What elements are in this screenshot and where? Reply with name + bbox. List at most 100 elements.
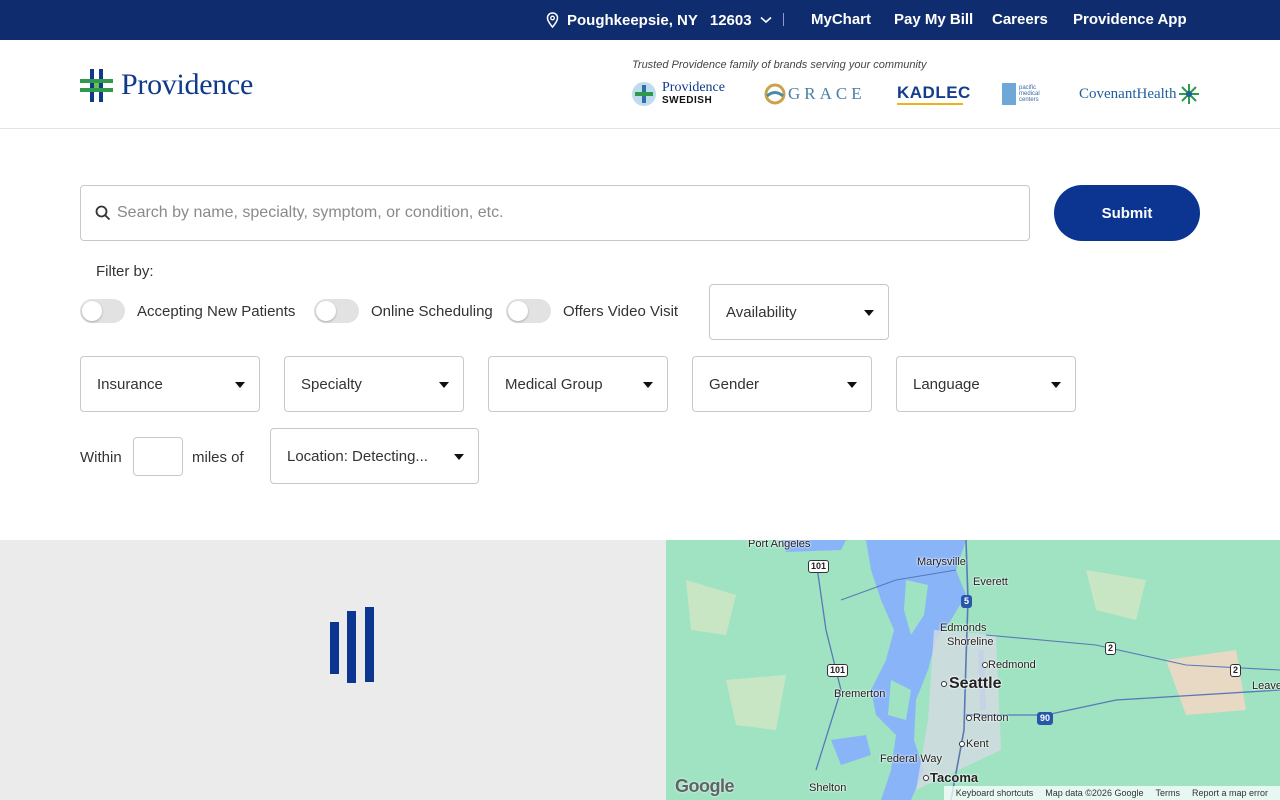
logo-text: Providence: [121, 68, 253, 101]
swedish-brand-line1: Providence: [662, 80, 725, 95]
covenant-text: CovenantHealth: [1079, 85, 1177, 102]
swedish-emblem-icon: [632, 82, 656, 106]
toggle-knob: [508, 301, 528, 321]
map-dot-tacoma: [923, 775, 929, 781]
google-logo: Google: [675, 776, 735, 796]
pacific-medical-logo[interactable]: pacific medical centers: [1002, 80, 1045, 108]
online-scheduling-label: Online Scheduling: [371, 302, 493, 320]
map-dot-kent: [959, 741, 965, 747]
kadlec-text: KADLEC: [897, 82, 971, 102]
keyboard-shortcuts-link[interactable]: Keyboard shortcuts: [956, 788, 1034, 798]
grace-logo[interactable]: GRACE: [764, 80, 866, 108]
us-101-shield: 101: [827, 664, 849, 677]
caret-down-icon: [1051, 382, 1061, 388]
map-panel[interactable]: Port Angeles Marysville Everett Edmonds …: [666, 540, 1280, 800]
wa-2-shield: 2: [1230, 664, 1242, 677]
accepting-new-patients-filter: Accepting New Patients: [80, 296, 295, 326]
map-pin-icon: [546, 12, 559, 28]
map-label-redmond: Redmond: [988, 659, 1036, 671]
search-box: [80, 185, 1030, 241]
specialty-dropdown[interactable]: Specialty: [284, 356, 464, 412]
video-visit-toggle[interactable]: [506, 299, 551, 323]
caret-down-icon: [439, 382, 449, 388]
video-visit-label: Offers Video Visit: [563, 302, 679, 320]
wa-2-shield: 2: [1105, 642, 1117, 655]
caret-down-icon: [864, 310, 874, 316]
map-label-renton: Renton: [973, 712, 1009, 724]
map-label-kent: Kent: [966, 738, 989, 750]
map-label-port-angeles: Port Angeles: [748, 540, 811, 550]
map-dot-seattle: [941, 681, 947, 687]
medical-group-dropdown[interactable]: Medical Group: [488, 356, 668, 412]
submit-button[interactable]: Submit: [1054, 185, 1200, 241]
us-101-shield: 101: [808, 560, 830, 573]
search-icon: [95, 205, 111, 221]
map-attribution: Keyboard shortcuts Map data ©2026 Google…: [943, 786, 1280, 800]
caret-down-icon: [454, 454, 464, 460]
map-label-tacoma: Tacoma: [930, 770, 979, 785]
pacific-text: pacific medical centers: [1019, 85, 1040, 103]
map-data-text: Map data ©2026 Google: [1045, 788, 1144, 798]
pay-my-bill-link[interactable]: Pay My Bill: [894, 0, 973, 40]
site-header: Providence Trusted Providence family of …: [0, 40, 1280, 129]
top-utility-bar: Poughkeepsie, NY 12603 MyChart Pay My Bi…: [0, 0, 1280, 40]
i-90-shield: 90: [1037, 712, 1054, 725]
availability-label: Availability: [726, 303, 797, 321]
kadlec-underline: [897, 102, 963, 105]
map-label-seattle: Seattle: [949, 675, 1002, 692]
toggle-knob: [82, 301, 102, 321]
location-selector[interactable]: Poughkeepsie, NY 12603: [546, 0, 780, 40]
kadlec-logo[interactable]: KADLEC: [897, 80, 971, 108]
insurance-dropdown[interactable]: Insurance: [80, 356, 260, 412]
accepting-new-patients-toggle[interactable]: [80, 299, 125, 323]
map-dot-renton: [966, 715, 972, 721]
map-label-leave: Leave: [1252, 680, 1280, 692]
providence-cross-icon: [80, 68, 113, 102]
gender-dropdown[interactable]: Gender: [692, 356, 872, 412]
covenant-health-logo[interactable]: CovenantHealth: [1079, 80, 1200, 108]
location-city: Poughkeepsie, NY: [567, 11, 698, 29]
trusted-brands-caption: Trusted Providence family of brands serv…: [632, 59, 927, 71]
filter-by-label: Filter by:: [96, 263, 154, 280]
grace-circle-icon: [764, 83, 786, 105]
map-label-everett: Everett: [973, 576, 1008, 588]
online-scheduling-filter: Online Scheduling: [314, 296, 493, 326]
map-label-shelton: Shelton: [809, 782, 847, 794]
language-dropdown[interactable]: Language: [896, 356, 1076, 412]
map-label-marysville: Marysville: [917, 556, 966, 568]
availability-dropdown[interactable]: Availability: [709, 284, 889, 340]
toggle-knob: [316, 301, 336, 321]
within-label: Within: [80, 449, 122, 466]
careers-link[interactable]: Careers: [992, 0, 1048, 40]
divider: [783, 13, 784, 26]
chevron-down-icon: [760, 16, 772, 24]
terms-link[interactable]: Terms: [1155, 788, 1180, 798]
map-label-federal-way: Federal Way: [880, 753, 942, 765]
accepting-new-patients-label: Accepting New Patients: [137, 302, 296, 320]
swedish-brand-line2: SWEDISH: [662, 95, 713, 106]
miles-of-label: miles of: [192, 449, 244, 466]
caret-down-icon: [847, 382, 857, 388]
providence-swedish-logo[interactable]: Providence SWEDISH: [631, 80, 725, 108]
mychart-link[interactable]: MyChart: [811, 0, 871, 40]
online-scheduling-toggle[interactable]: [314, 299, 359, 323]
gender-label: Gender: [709, 375, 760, 393]
providence-app-link[interactable]: Providence App: [1073, 0, 1187, 40]
language-label: Language: [913, 375, 980, 393]
report-map-error-link[interactable]: Report a map error: [1192, 788, 1268, 798]
providence-logo[interactable]: Providence: [80, 68, 253, 102]
caret-down-icon: [235, 382, 245, 388]
i-5-shield: 5: [961, 595, 973, 608]
caret-down-icon: [643, 382, 653, 388]
map-label-bremerton: Bremerton: [834, 688, 886, 700]
location-dropdown[interactable]: Location: Detecting...: [270, 428, 479, 484]
pacific-square-icon: [1002, 83, 1016, 105]
specialty-label: Specialty: [301, 375, 362, 393]
insurance-label: Insurance: [97, 375, 163, 393]
miles-input[interactable]: [133, 437, 183, 476]
location-zip: 12603: [709, 11, 752, 29]
search-input[interactable]: [117, 204, 997, 222]
map-label-edmonds: Edmonds: [940, 622, 987, 634]
covenant-star-icon: [1179, 84, 1200, 104]
grace-text: GRACE: [788, 84, 866, 103]
